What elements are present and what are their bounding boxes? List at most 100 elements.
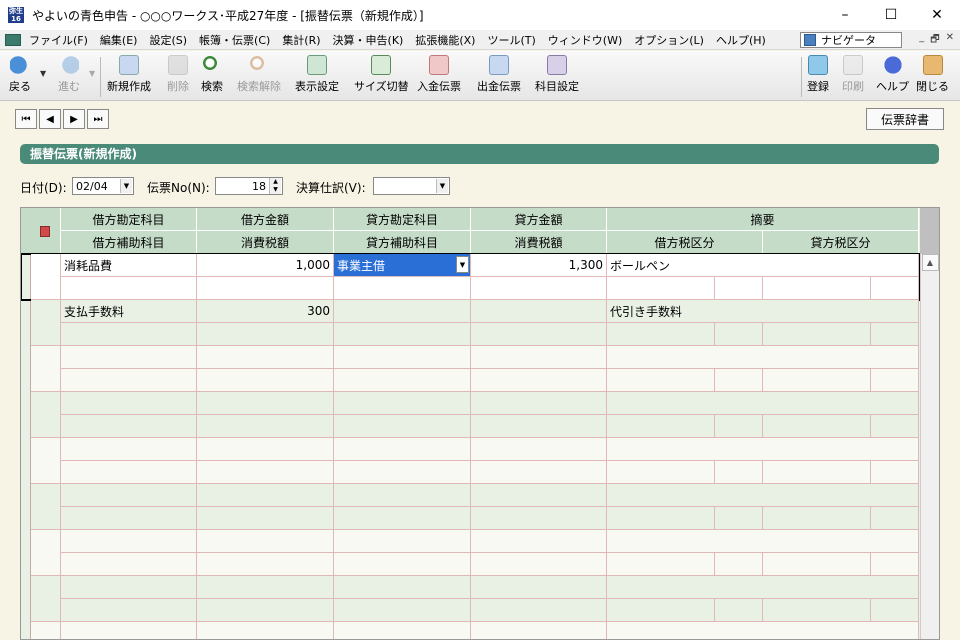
- maximize-button[interactable]: ☐: [868, 0, 914, 30]
- credit-account-cell[interactable]: 事業主借 ▼: [334, 254, 471, 277]
- grid-cell[interactable]: [715, 553, 763, 576]
- grid-cell[interactable]: [197, 369, 334, 392]
- debit-tax-rate-cell[interactable]: [715, 277, 763, 300]
- debit-tax-class-cell[interactable]: [607, 323, 715, 346]
- row-marker[interactable]: [31, 392, 61, 438]
- table-row[interactable]: [21, 622, 919, 639]
- credit-subaccount-cell[interactable]: [334, 277, 471, 300]
- grid-cell[interactable]: [334, 461, 471, 484]
- menu-settings[interactable]: 設定(S): [143, 32, 193, 48]
- table-row[interactable]: [21, 576, 919, 622]
- mdi-restore-button[interactable]: 🗗: [930, 32, 939, 49]
- grid-cell[interactable]: [607, 392, 919, 415]
- clear-search-button[interactable]: 検索解除: [237, 55, 281, 99]
- grid-cell[interactable]: [471, 369, 607, 392]
- grid-cell[interactable]: [471, 415, 607, 438]
- delete-button[interactable]: 削除: [167, 55, 189, 99]
- grid-cell[interactable]: [334, 507, 471, 530]
- grid-cell[interactable]: [607, 369, 715, 392]
- register-button[interactable]: 登録: [807, 55, 829, 99]
- grid-cell[interactable]: [197, 530, 334, 553]
- slip-dictionary-button[interactable]: 伝票辞書: [866, 108, 944, 130]
- debit-account-cell[interactable]: 消耗品費: [61, 254, 197, 277]
- grid-cell[interactable]: [715, 599, 763, 622]
- grid-cell[interactable]: [61, 599, 197, 622]
- grid-cell[interactable]: [471, 530, 607, 553]
- grid-cell[interactable]: [471, 484, 607, 507]
- credit-tax-cell[interactable]: [471, 277, 607, 300]
- grid-cell[interactable]: [334, 415, 471, 438]
- menu-file[interactable]: ファイル(F): [21, 32, 94, 48]
- grid-cell[interactable]: [871, 415, 919, 438]
- menu-help[interactable]: ヘルプ(H): [710, 32, 772, 48]
- help-button[interactable]: ヘルプ: [876, 55, 909, 99]
- grid-cell[interactable]: [763, 461, 871, 484]
- previous-record-button[interactable]: ◀: [39, 109, 61, 129]
- grid-cell[interactable]: [61, 484, 197, 507]
- grid-cell[interactable]: [197, 415, 334, 438]
- grid-cell[interactable]: [334, 599, 471, 622]
- print-button[interactable]: 印刷: [842, 55, 864, 99]
- grid-cell[interactable]: [471, 553, 607, 576]
- credit-tax-class-cell[interactable]: [763, 323, 871, 346]
- vertical-scrollbar[interactable]: ▲: [920, 254, 939, 639]
- last-record-button[interactable]: ⏭: [87, 109, 109, 129]
- debit-account-cell[interactable]: 支払手数料: [61, 300, 197, 323]
- debit-amount-cell[interactable]: 1,000: [197, 254, 334, 277]
- row-marker[interactable]: [31, 300, 61, 346]
- grid-cell[interactable]: [763, 415, 871, 438]
- grid-cell[interactable]: [607, 415, 715, 438]
- slip-no-field[interactable]: 18 ▲ ▼: [215, 177, 283, 195]
- grid-cell[interactable]: [871, 461, 919, 484]
- grid-cell[interactable]: [197, 599, 334, 622]
- debit-tax-cell[interactable]: [197, 277, 334, 300]
- menu-tools[interactable]: ツール(T): [481, 32, 541, 48]
- row-marker[interactable]: [31, 438, 61, 484]
- navigator-button[interactable]: ナビゲータ: [800, 32, 902, 48]
- grid-cell[interactable]: [871, 553, 919, 576]
- grid-cell[interactable]: [763, 553, 871, 576]
- grid-cell[interactable]: [471, 507, 607, 530]
- spin-stepper-icon[interactable]: ▲ ▼: [269, 178, 281, 194]
- grid-cell[interactable]: [607, 576, 919, 599]
- grid-cell[interactable]: [871, 599, 919, 622]
- table-row[interactable]: 消耗品費 1,000 事業主借 ▼ 1,300 ボールペン: [21, 253, 920, 301]
- grid-cell[interactable]: [763, 369, 871, 392]
- grid-cell[interactable]: [61, 438, 197, 461]
- date-field[interactable]: 02/04 ▼: [72, 177, 134, 195]
- grid-cell[interactable]: [61, 553, 197, 576]
- grid-cell[interactable]: [197, 484, 334, 507]
- menu-closing[interactable]: 決算・申告(K): [327, 32, 410, 48]
- grid-cell[interactable]: [61, 461, 197, 484]
- row-marker[interactable]: [31, 254, 61, 300]
- menu-options[interactable]: オプション(L): [628, 32, 710, 48]
- grid-cell[interactable]: [61, 576, 197, 599]
- credit-amount-cell[interactable]: 1,300: [471, 254, 607, 277]
- grid-cell[interactable]: [197, 622, 334, 639]
- chevron-down-icon[interactable]: ▼: [436, 179, 448, 193]
- credit-subaccount-cell[interactable]: [334, 323, 471, 346]
- close-window-button[interactable]: ✕: [914, 0, 960, 30]
- grid-cell[interactable]: [197, 461, 334, 484]
- grid-cell[interactable]: [61, 392, 197, 415]
- grid-cell[interactable]: [607, 553, 715, 576]
- grid-cell[interactable]: [607, 438, 919, 461]
- deposit-slip-button[interactable]: 入金伝票: [417, 55, 461, 99]
- grid-cell[interactable]: [334, 346, 471, 369]
- menu-reports[interactable]: 集計(R): [276, 32, 326, 48]
- search-button[interactable]: 検索: [201, 55, 223, 99]
- grid-cell[interactable]: [471, 461, 607, 484]
- table-row[interactable]: [21, 438, 919, 484]
- row-marker[interactable]: [31, 346, 61, 392]
- grid-cell[interactable]: [334, 576, 471, 599]
- chevron-down-icon[interactable]: ▼: [456, 256, 469, 273]
- memo-cell[interactable]: ボールペン: [607, 254, 919, 277]
- grid-cell[interactable]: [61, 346, 197, 369]
- grid-cell[interactable]: [607, 461, 715, 484]
- payment-slip-button[interactable]: 出金伝票: [477, 55, 521, 99]
- grid-cell[interactable]: [607, 346, 919, 369]
- credit-tax-rate-cell[interactable]: [871, 277, 919, 300]
- memo-cell[interactable]: 代引き手数料: [607, 300, 919, 323]
- account-settings-button[interactable]: 科目設定: [535, 55, 579, 99]
- credit-account-cell[interactable]: [334, 300, 471, 323]
